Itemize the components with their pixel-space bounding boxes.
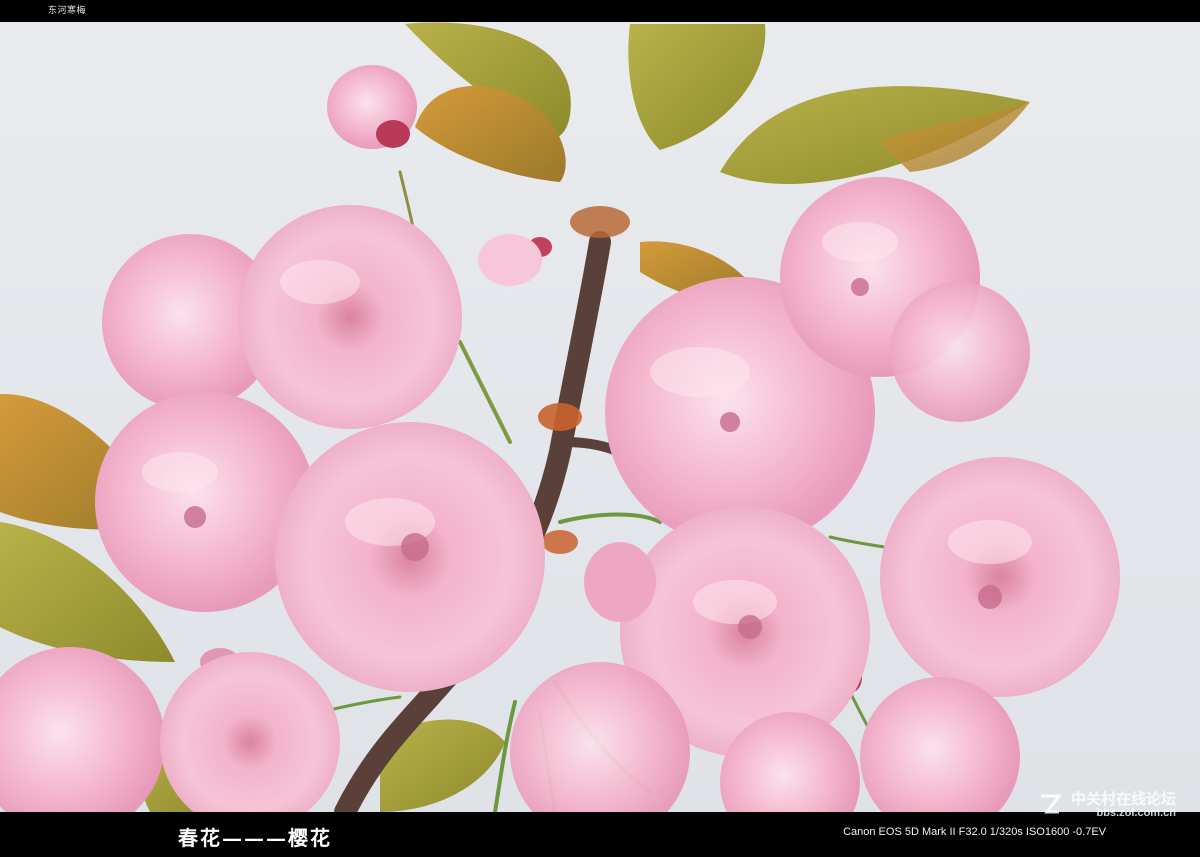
zol-logo-icon [1040, 794, 1062, 814]
blossom-center [184, 506, 206, 528]
bud [538, 403, 582, 431]
stem [458, 340, 512, 444]
blossom-center [720, 412, 740, 432]
petal-highlight [822, 222, 898, 262]
blossom [0, 647, 165, 812]
petal-highlight [693, 580, 777, 624]
petal-highlight [948, 520, 1032, 564]
stem [558, 512, 662, 524]
blossom-center [851, 278, 869, 296]
blossom-center [978, 585, 1002, 609]
blossom [478, 234, 542, 286]
photo-caption: 春花———樱花 [178, 826, 332, 850]
blossom [584, 542, 656, 622]
watermark: 中关村在线论坛 bbs.zol.com.cn [1038, 790, 1176, 851]
author-tag: 东河寒梅 [48, 6, 87, 16]
top-bar: 东河寒梅 [0, 0, 1200, 22]
blossom-center [738, 615, 762, 639]
watermark-url: bbs.zol.com.cn [1096, 806, 1176, 819]
blossom-center [376, 120, 410, 148]
blossom [880, 457, 1120, 697]
blossom [238, 205, 462, 429]
petal-highlight [280, 260, 360, 304]
petal-highlight [650, 347, 750, 397]
bud [570, 206, 630, 238]
bud [542, 530, 578, 554]
blossom-center [401, 533, 429, 561]
blossom [160, 652, 340, 812]
leaf [628, 24, 766, 150]
photo [0, 22, 1200, 812]
blossom [860, 677, 1020, 812]
bottom-bar: 春花———樱花 Canon EOS 5D Mark II F32.0 1/320… [0, 812, 1200, 857]
watermark-title: 中关村在线论坛 [1070, 790, 1176, 808]
petal-highlight [142, 452, 218, 492]
blossom [890, 282, 1030, 422]
